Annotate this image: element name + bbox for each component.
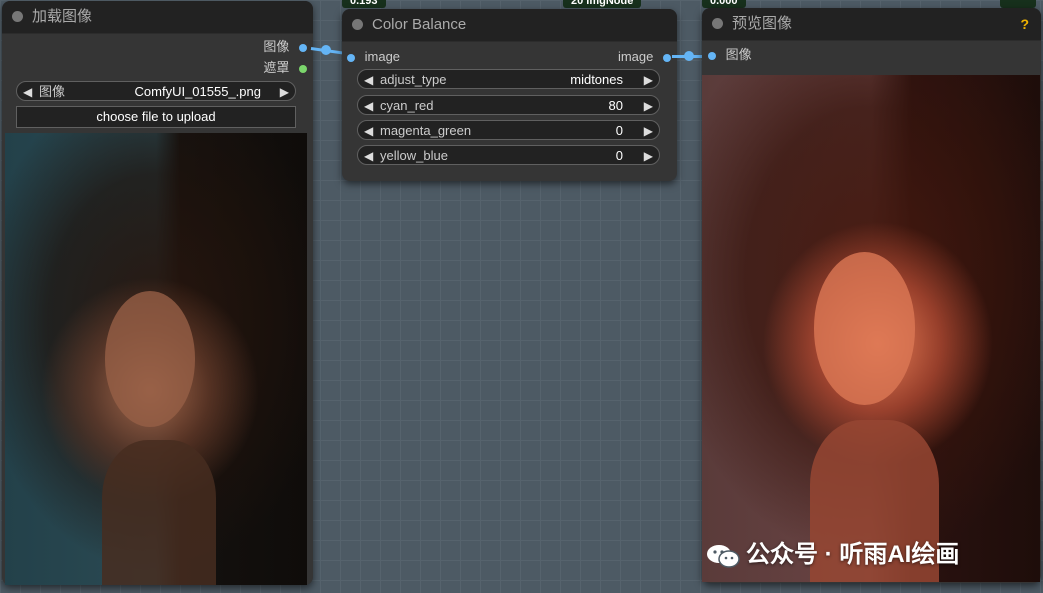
- node-tag: [1000, 0, 1036, 8]
- widget-label: cyan_red: [380, 98, 434, 113]
- collapse-dot-icon[interactable]: [352, 19, 363, 30]
- widget-value: 80: [608, 98, 623, 113]
- link-midpoint-icon[interactable]: [321, 45, 331, 55]
- widget-label: 图像: [39, 84, 66, 99]
- cyan-red-widget[interactable]: ◀ cyan_red 80 ▶: [357, 95, 660, 115]
- input-image-port[interactable]: 图像: [708, 46, 752, 64]
- widget-value: ComfyUI_01555_.png: [134, 84, 261, 99]
- arrow-right-icon[interactable]: ▶: [644, 70, 653, 90]
- node-title: 预览图像: [732, 15, 793, 32]
- node-tag: 0.193: [342, 0, 386, 8]
- arrow-left-icon[interactable]: ◀: [364, 121, 373, 141]
- node-title-bar[interactable]: 预览图像 ?: [702, 8, 1041, 41]
- upload-button[interactable]: choose file to upload: [16, 106, 296, 128]
- arrow-left-icon[interactable]: ◀: [364, 146, 373, 166]
- magenta-green-widget[interactable]: ◀ magenta_green 0 ▶: [357, 120, 660, 140]
- preview-image: [702, 75, 1040, 582]
- output-mask-port[interactable]: 遮罩: [263, 59, 307, 77]
- arrow-left-icon[interactable]: ◀: [364, 70, 373, 90]
- yellow-blue-widget[interactable]: ◀ yellow_blue 0 ▶: [357, 145, 660, 165]
- widget-label: magenta_green: [380, 123, 472, 138]
- port-label: image: [364, 49, 401, 64]
- wechat-icon: [707, 544, 740, 568]
- image-content: [104, 291, 196, 427]
- arrow-right-icon[interactable]: ▶: [644, 146, 653, 166]
- node-tag: 20 ImgNode: [563, 0, 642, 8]
- widget-label: yellow_blue: [380, 148, 448, 163]
- preview-image-node[interactable]: 预览图像 ? 图像: [702, 8, 1041, 583]
- image-select-widget[interactable]: ◀ 图像 ComfyUI_01555_.png ▶: [16, 81, 296, 101]
- loaded-image: [5, 133, 307, 585]
- arrow-right-icon[interactable]: ▶: [280, 82, 289, 102]
- port-dot-icon[interactable]: [663, 53, 671, 62]
- help-icon[interactable]: ?: [1020, 8, 1029, 40]
- arrow-right-icon[interactable]: ▶: [644, 121, 653, 141]
- port-label: 图像: [263, 39, 290, 54]
- arrow-right-icon[interactable]: ▶: [644, 96, 653, 116]
- arrow-left-icon[interactable]: ◀: [364, 96, 373, 116]
- port-dot-icon[interactable]: [708, 51, 716, 60]
- input-image-port[interactable]: image: [347, 48, 400, 66]
- watermark-text: 公众号 · 听雨AI绘画: [746, 541, 960, 568]
- load-image-node[interactable]: 加载图像 图像 遮罩 ◀ 图像 ComfyUI_01555_.png ▶ cho…: [2, 1, 313, 585]
- port-label: 图像: [725, 47, 752, 62]
- image-content: [101, 440, 217, 585]
- collapse-dot-icon[interactable]: [712, 18, 723, 29]
- widget-value: 0: [615, 123, 623, 138]
- node-title: 加载图像: [32, 8, 93, 25]
- node-title: Color Balance: [372, 16, 467, 33]
- widget-value: 0: [615, 148, 623, 163]
- adjust-type-widget[interactable]: ◀ adjust_type midtones ▶: [357, 69, 660, 89]
- link-midpoint-icon[interactable]: [684, 51, 694, 61]
- node-tag: 0.000: [702, 0, 746, 8]
- port-dot-icon[interactable]: [347, 53, 355, 62]
- node-title-bar[interactable]: 加载图像: [2, 1, 313, 34]
- watermark: 公众号 · 听雨AI绘画: [706, 534, 959, 569]
- port-label: image: [617, 49, 654, 64]
- node-title-bar[interactable]: Color Balance: [342, 9, 677, 42]
- color-balance-node[interactable]: Color Balance image image ◀ adjust_type …: [342, 9, 677, 181]
- widget-value: midtones: [570, 72, 623, 87]
- port-dot-icon[interactable]: [299, 43, 307, 52]
- output-image-port[interactable]: image: [618, 48, 671, 66]
- arrow-left-icon[interactable]: ◀: [23, 82, 32, 102]
- widget-label: adjust_type: [380, 72, 447, 87]
- collapse-dot-icon[interactable]: [12, 11, 23, 22]
- image-content: [813, 252, 915, 405]
- port-dot-icon[interactable]: [299, 64, 307, 73]
- port-label: 遮罩: [263, 60, 290, 75]
- output-image-port[interactable]: 图像: [263, 38, 307, 56]
